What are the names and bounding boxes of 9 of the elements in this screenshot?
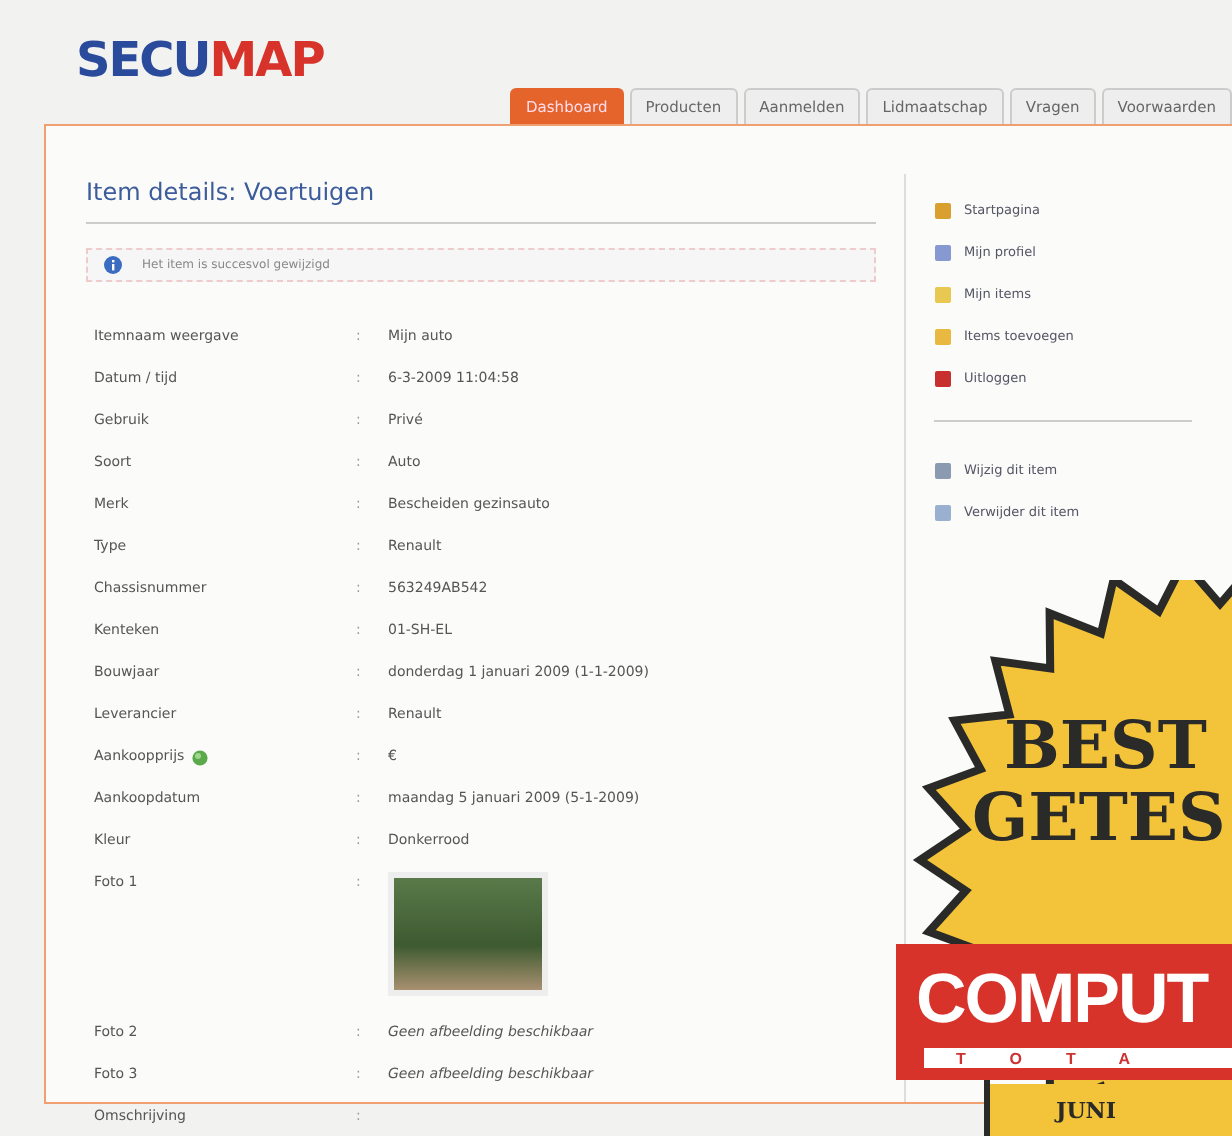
magazine-logo: COMPUT: [916, 964, 1208, 1034]
magazine-subtitle: TOTA: [956, 1052, 1175, 1068]
award-month: JUNI: [1056, 1096, 1116, 1128]
info-icon: [104, 256, 122, 275]
award-title: GETES: [972, 784, 1226, 850]
coins-icon: [192, 749, 209, 765]
logo: SECUMAP: [76, 36, 326, 84]
award-title: BEST: [1004, 712, 1207, 778]
page-heading: Item details: Voertuigen: [86, 174, 876, 225]
